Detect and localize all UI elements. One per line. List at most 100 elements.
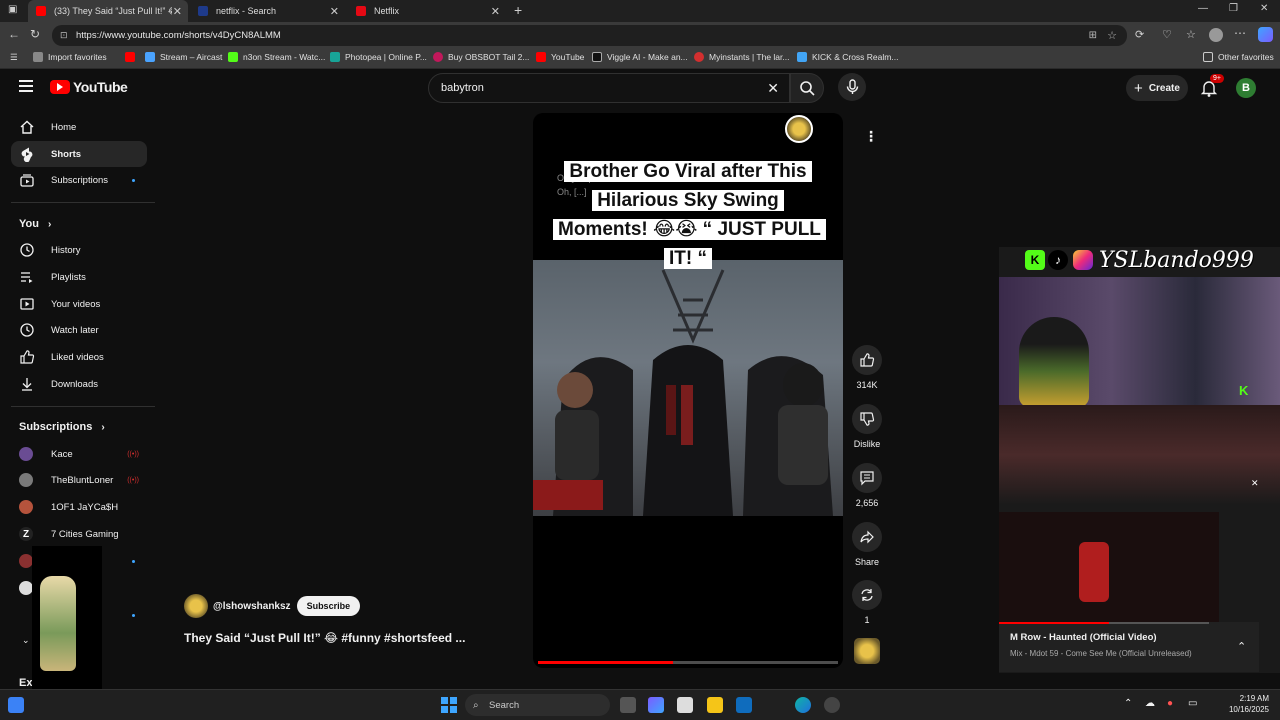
short-video-player[interactable]: Oh you pull itOh, [...] Brother Go Viral… xyxy=(533,113,843,668)
store-icon[interactable] xyxy=(677,697,693,713)
notifications-button[interactable]: 9+ xyxy=(1199,74,1224,103)
refresh-icon[interactable]: ↻ xyxy=(30,27,40,41)
account-avatar[interactable]: B xyxy=(1236,78,1256,98)
browser-essentials-icon[interactable]: ♡ xyxy=(1162,28,1172,41)
voice-search-button[interactable] xyxy=(838,73,866,101)
create-button[interactable]: + Create xyxy=(1126,75,1188,101)
clear-search-icon[interactable]: ✕ xyxy=(767,80,779,97)
youtube-logo[interactable]: YouTube xyxy=(50,79,128,95)
bookmarks-bar: ☰ Import favorites Stream – Aircast n3on… xyxy=(0,49,1280,69)
bookmark-obsbot[interactable]: Buy OBSBOT Tail 2... xyxy=(433,52,529,62)
bookmarks-menu-icon[interactable]: ☰ xyxy=(10,52,18,63)
dislike-label: Dislike xyxy=(853,439,881,449)
bookmark-kick-cross-realm[interactable]: KICK & Cross Realm... xyxy=(797,52,898,62)
bookmark-n3on[interactable]: n3on Stream - Watc... xyxy=(228,52,325,62)
channel-avatar[interactable] xyxy=(19,581,33,595)
bookmark-photopea[interactable]: Photopea | Online P... xyxy=(330,52,427,62)
guide-menu-icon[interactable] xyxy=(19,80,33,92)
windows-start-icon[interactable] xyxy=(441,697,457,713)
system-clock[interactable]: 2:19 AM 10/16/2025 xyxy=(1221,693,1269,715)
remix-button[interactable]: 1 xyxy=(850,580,884,625)
sidebar-item-shorts[interactable]: Shorts xyxy=(11,141,147,167)
bookmark-stream-aircast[interactable]: Stream – Aircast xyxy=(145,52,222,62)
bookmark-myinstants[interactable]: Myinstants | The lar... xyxy=(694,52,789,62)
widgets-icon[interactable] xyxy=(8,697,24,713)
dislike-icon xyxy=(860,412,875,426)
video-progress-bar[interactable] xyxy=(538,661,838,664)
subscriptions-section-header[interactable]: Subscriptions › xyxy=(19,421,105,433)
sidebar-item-label: Downloads xyxy=(51,378,98,390)
sidebar-item-playlists[interactable]: Playlists xyxy=(11,264,147,290)
mini-player[interactable]: M Row - Haunted (Official Video) Mix - M… xyxy=(999,622,1259,672)
expand-chevron-icon[interactable]: ⌃ xyxy=(1237,640,1246,653)
maximize-icon[interactable]: ❐ xyxy=(1229,3,1238,14)
extensions-icon[interactable]: ⟳ xyxy=(1135,28,1144,41)
channel-handle[interactable]: @lshowshanksz xyxy=(213,601,291,612)
sidebar-channel-kace[interactable]: Kace ((•)) xyxy=(11,441,147,467)
comments-button[interactable]: 2,656 xyxy=(850,463,884,508)
taskbar-search[interactable]: ⌕ Search xyxy=(465,694,610,716)
minimize-icon[interactable]: — xyxy=(1198,3,1208,14)
sidebar-channel-thebluntloner[interactable]: TheBluntLoner ((•)) xyxy=(11,467,147,493)
you-section-header[interactable]: You › xyxy=(19,218,51,230)
app-icon[interactable] xyxy=(824,697,840,713)
reader-icon[interactable]: ⊞ xyxy=(1089,30,1097,41)
sidebar-item-history[interactable]: History xyxy=(11,237,147,263)
remix-icon xyxy=(861,589,873,601)
favorite-star-icon[interactable]: ☆ xyxy=(1107,29,1117,42)
channel-name: TheBluntLoner xyxy=(51,474,114,486)
new-tab-icon[interactable]: + xyxy=(514,2,522,18)
edge-icon[interactable] xyxy=(795,697,811,713)
subscribe-button[interactable]: Subscribe xyxy=(296,596,361,616)
bookmark-viggle[interactable]: Viggle AI - Make an... xyxy=(592,52,688,62)
close-tab-icon[interactable]: ✕ xyxy=(491,5,500,18)
sound-thumbnail[interactable] xyxy=(854,638,880,664)
close-tab-icon[interactable]: ✕ xyxy=(330,5,339,18)
window-close-icon[interactable]: ✕ xyxy=(1260,3,1268,14)
file-explorer-icon[interactable] xyxy=(707,697,723,713)
channel-avatar[interactable] xyxy=(184,594,208,618)
share-button[interactable]: Share xyxy=(850,522,884,567)
sidebar-item-label: Watch later xyxy=(51,324,99,336)
url-field[interactable]: ⊡ https://www.youtube.com/shorts/v4DyCN8… xyxy=(52,25,1127,46)
show-more-chevron-icon[interactable]: ⌄ xyxy=(22,635,30,646)
liked-videos-icon xyxy=(19,349,35,365)
tab-youtube-short[interactable]: (33) They Said “Just Pull It!” 😂 ✕ xyxy=(28,0,188,22)
site-info-icon[interactable]: ⊡ xyxy=(60,30,68,41)
outlook-icon[interactable] xyxy=(736,697,752,713)
sidebar-channel-1of1[interactable]: 1OF1 JaYCa$H xyxy=(11,494,147,520)
close-tab-icon[interactable]: ✕ xyxy=(173,5,182,18)
show-hidden-icons[interactable]: ⌃ xyxy=(1124,698,1132,709)
short-title[interactable]: They Said “Just Pull It!” 😂 #funny #shor… xyxy=(184,631,465,645)
sidebar-item-watch-later[interactable]: Watch later xyxy=(11,317,147,343)
search-button[interactable] xyxy=(790,73,824,103)
profile-icon[interactable] xyxy=(1209,28,1223,42)
back-icon[interactable]: ← xyxy=(8,27,20,41)
sidebar-item-subscriptions[interactable]: Subscriptions xyxy=(11,167,147,193)
tab-netflix-search[interactable]: netflix - Search ✕ xyxy=(190,0,345,22)
bookmark-import-favorites[interactable]: Import favorites xyxy=(33,52,107,62)
bookmark-youtube[interactable]: YouTube xyxy=(536,52,584,62)
tab-actions-icon[interactable]: ▣ xyxy=(8,4,17,15)
more-options-icon[interactable]: ⋮ xyxy=(864,128,878,145)
bookmark-other-favorites[interactable]: Other favorites xyxy=(1203,52,1274,62)
favorites-icon[interactable]: ☆ xyxy=(1186,28,1196,41)
copilot-taskbar-icon[interactable] xyxy=(648,697,664,713)
task-view-icon[interactable] xyxy=(620,697,636,713)
sidebar-channel-7-cities-gaming[interactable]: Z 7 Cities Gaming xyxy=(11,521,147,547)
sidebar-item-home[interactable]: Home xyxy=(11,114,147,140)
network-icon[interactable]: ▭ xyxy=(1188,698,1197,709)
more-menu-icon[interactable]: ⋯ xyxy=(1234,26,1246,40)
sidebar-item-liked-videos[interactable]: Liked videos xyxy=(11,344,147,370)
onedrive-icon[interactable]: ☁ xyxy=(1145,698,1155,709)
microphone-tray-icon[interactable]: ● xyxy=(1167,698,1173,709)
channel-name: 7 Cities Gaming xyxy=(51,528,119,540)
tab-netflix[interactable]: Netflix ✕ xyxy=(348,0,506,22)
sidebar-item-your-videos[interactable]: Your videos xyxy=(11,291,147,317)
dislike-button[interactable]: Dislike xyxy=(850,404,884,449)
bookmark-youtube-red[interactable] xyxy=(125,52,140,62)
sidebar-item-downloads[interactable]: Downloads xyxy=(11,371,147,397)
copilot-icon[interactable] xyxy=(1258,27,1273,42)
like-button[interactable]: 314K xyxy=(850,345,884,390)
search-input[interactable]: babytron ✕ xyxy=(428,73,790,103)
